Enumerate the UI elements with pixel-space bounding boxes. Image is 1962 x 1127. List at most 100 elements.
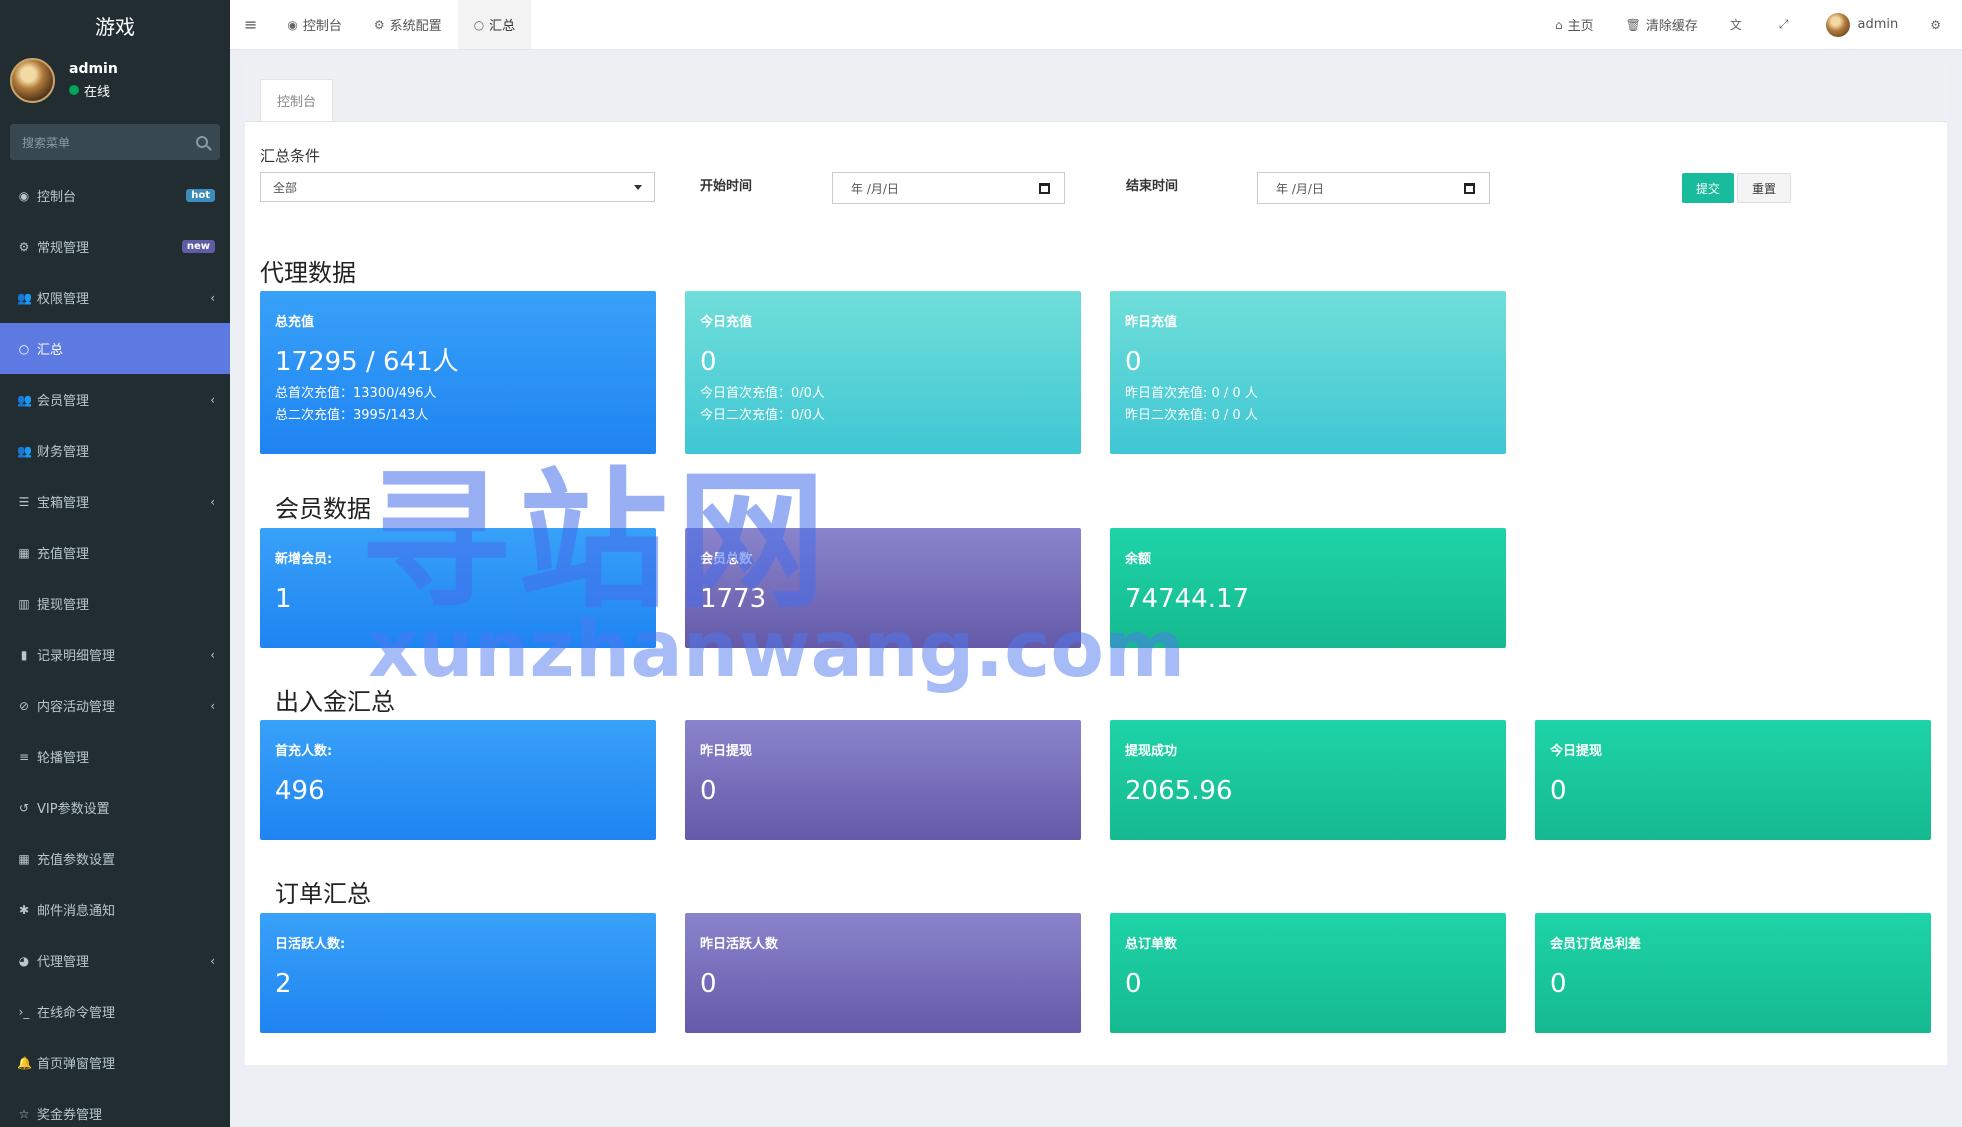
card-yesterday-active: 昨日活跃人数 0 xyxy=(685,913,1081,1033)
card-sub: 总首次充值：13300/496人 xyxy=(275,385,437,401)
sidebar-item[interactable]: ☆ 奖金券管理 xyxy=(0,1088,230,1127)
user-menu-button[interactable]: admin xyxy=(1810,0,1915,49)
building-icon: ▥ xyxy=(18,596,30,611)
sidebar-item[interactable]: ☰ 宝箱管理 ‹ xyxy=(0,476,230,527)
bar-chart-icon: ▮ xyxy=(20,647,28,662)
language-icon: 文 xyxy=(1729,18,1742,32)
sidebar-item[interactable]: ›_ 在线命令管理 xyxy=(0,986,230,1037)
reset-button[interactable]: 重置 xyxy=(1737,173,1791,203)
header-tabs: ◉ 控制台 ⚙ 系统配置 ○ 汇总 xyxy=(271,0,532,49)
submit-button[interactable]: 提交 xyxy=(1682,173,1734,203)
start-date-input[interactable]: 年 /月/日 xyxy=(832,172,1065,204)
sidebar-item[interactable]: ↺ VIP参数设置 xyxy=(0,782,230,833)
sidebar-item-label: VIP参数设置 xyxy=(37,802,110,817)
card-title: 今日提现 xyxy=(1550,744,1603,759)
dashboard-icon: ◉ xyxy=(287,17,298,32)
card-title: 余额 xyxy=(1125,552,1152,567)
avatar xyxy=(1825,12,1850,37)
user-status: 在线 xyxy=(69,81,118,100)
calendar-icon[interactable] xyxy=(1039,182,1050,194)
summary-condition-select[interactable]: 全部 xyxy=(260,172,655,202)
select-value: 全部 xyxy=(273,180,298,195)
header-tab[interactable]: ◉ 控制台 xyxy=(271,0,358,49)
tab-dashboard[interactable]: 控制台 xyxy=(260,79,334,121)
card-total-recharge: 总充值 17295 / 641人 总首次充值：13300/496人 总二次充值：… xyxy=(260,291,656,454)
sidebar-item[interactable]: 👥 权限管理 ‹ xyxy=(0,272,230,323)
fullscreen-button[interactable]: ⤢ xyxy=(1763,0,1810,49)
chevron-left-icon: ‹ xyxy=(210,290,215,305)
card-title: 提现成功 xyxy=(1125,744,1178,759)
fullscreen-icon: ⤢ xyxy=(1778,17,1789,31)
card-balance: 余额 74744.17 xyxy=(1110,528,1506,648)
sidebar-item[interactable]: ▦ 充值参数设置 xyxy=(0,833,230,884)
sidebar-item[interactable]: ○ 汇总 xyxy=(0,323,230,374)
settings-button[interactable]: ⚙ xyxy=(1914,0,1962,49)
sidebar-item[interactable]: 👥 会员管理 ‹ xyxy=(0,374,230,425)
caret-down-icon xyxy=(634,184,642,190)
language-button[interactable]: 文 xyxy=(1714,0,1763,49)
sidebar-item[interactable]: ⚙ 常规管理 new xyxy=(0,221,230,272)
card-title: 首充人数: xyxy=(275,744,333,759)
sidebar-item[interactable]: ▮ 记录明细管理 ‹ xyxy=(0,629,230,680)
card-today-recharge: 今日充值 0 今日首次充值：0/0人 今日二次充值：0/0人 xyxy=(685,291,1081,454)
header-tab-label: 汇总 xyxy=(489,19,516,34)
sidebar-item-label: 汇总 xyxy=(37,343,64,358)
star-icon: ☆ xyxy=(18,1106,30,1121)
card-sub: 今日二次充值：0/0人 xyxy=(700,407,825,423)
clear-cache-button[interactable]: 🗑 清除缓存 xyxy=(1610,0,1714,49)
header-tab[interactable]: ○ 汇总 xyxy=(457,0,532,49)
card-value: 0 xyxy=(700,776,717,806)
sidebar-item[interactable]: ≡ 轮播管理 xyxy=(0,731,230,782)
calendar-icon[interactable] xyxy=(1464,182,1475,194)
sidebar-item[interactable]: 👥 财务管理 xyxy=(0,425,230,476)
card-title: 日活跃人数: xyxy=(275,937,346,952)
brand-logo[interactable]: 游戏 xyxy=(0,0,230,50)
card-title: 会员总数 xyxy=(700,552,753,567)
card-total-orders: 总订单数 0 xyxy=(1110,913,1506,1033)
sidebar-item[interactable]: ✱ 邮件消息通知 xyxy=(0,884,230,935)
card-title: 昨日活跃人数 xyxy=(700,937,779,952)
end-date-input[interactable]: 年 /月/日 xyxy=(1257,172,1490,204)
card-title: 总充值 xyxy=(275,315,315,330)
sidebar-item-label: 奖金券管理 xyxy=(37,1108,103,1123)
card-value: 1 xyxy=(275,584,292,614)
gear-icon: ⚙ xyxy=(373,17,385,32)
sidebar-item[interactable]: ▥ 提现管理 xyxy=(0,578,230,629)
end-time-label: 结束时间 xyxy=(1126,179,1179,194)
menu-search-input[interactable]: 搜索菜单 xyxy=(10,124,220,160)
sidebar-item[interactable]: ◕ 代理管理 ‹ xyxy=(0,935,230,986)
users-icon: 👥 xyxy=(17,443,32,458)
sidebar-toggle-button[interactable]: ≡ xyxy=(230,0,271,49)
card-title: 今日充值 xyxy=(700,315,753,330)
card-value: 2 xyxy=(275,969,292,999)
status-text: 在线 xyxy=(84,84,111,100)
sidebar-item[interactable]: ▦ 充值管理 xyxy=(0,527,230,578)
date-placeholder: 年 /月/日 xyxy=(1276,181,1324,196)
th-icon: ▦ xyxy=(18,851,30,866)
history-icon: ↺ xyxy=(18,800,30,815)
sidebar-item-label: 首页弹窗管理 xyxy=(37,1057,116,1072)
header-tab[interactable]: ⚙ 系统配置 xyxy=(358,0,458,49)
sidebar-item-label: 充值参数设置 xyxy=(37,853,116,868)
card-order-profit: 会员订货总利差 0 xyxy=(1535,913,1931,1033)
card-sub: 昨日首次充值: 0 / 0 人 xyxy=(1125,385,1258,401)
user-name: admin xyxy=(69,60,118,77)
sidebar-item-label: 邮件消息通知 xyxy=(37,904,116,919)
card-withdraw-success: 提现成功 2065.96 xyxy=(1110,720,1506,840)
home-button[interactable]: ⌂ 主页 xyxy=(1539,0,1610,49)
menu-badge: hot xyxy=(186,189,215,202)
sidebar-item[interactable]: ◉ 控制台 hot xyxy=(0,170,230,221)
search-icon[interactable] xyxy=(196,136,208,148)
sidebar-item[interactable]: ⊘ 内容活动管理 ‹ xyxy=(0,680,230,731)
ban-icon: ⊘ xyxy=(18,698,30,713)
dashboard-icon: ◉ xyxy=(18,188,30,203)
sidebar-item-label: 代理管理 xyxy=(37,955,90,970)
header-username: admin xyxy=(1857,17,1899,32)
card-yesterday-recharge: 昨日充值 0 昨日首次充值: 0 / 0 人 昨日二次充值: 0 / 0 人 xyxy=(1110,291,1506,454)
section-title-member: 会员数据 xyxy=(275,495,371,523)
sidebar-item[interactable]: 🔔 首页弹窗管理 xyxy=(0,1037,230,1088)
sidebar-item-label: 内容活动管理 xyxy=(37,700,116,715)
header-tab-label: 控制台 xyxy=(302,19,342,34)
card-today-withdraw: 今日提现 0 xyxy=(1535,720,1931,840)
chevron-left-icon: ‹ xyxy=(210,494,215,509)
